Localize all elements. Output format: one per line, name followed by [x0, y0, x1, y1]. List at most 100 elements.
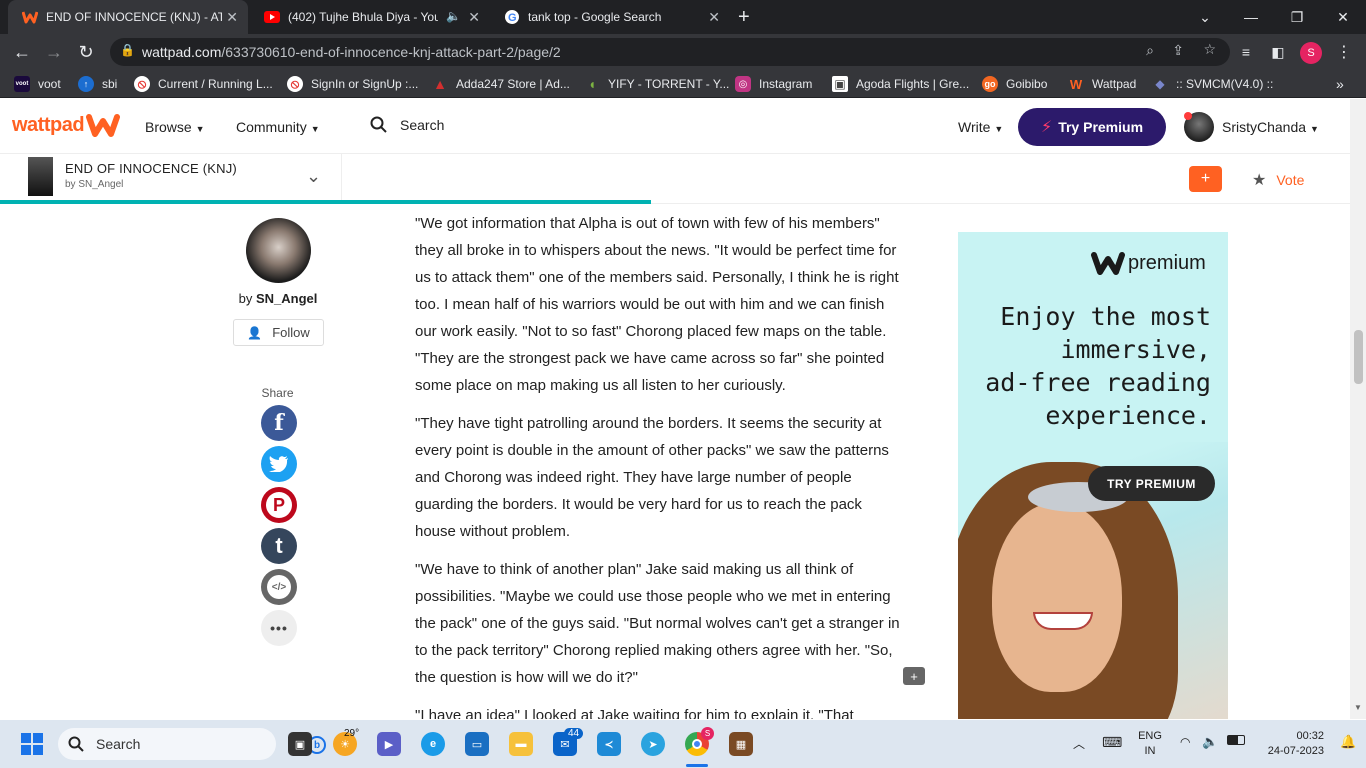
page-scrollbar[interactable]: ▼	[1350, 99, 1366, 719]
twitter-icon	[269, 456, 288, 472]
bookmarks-bar: voot voot ↑ sbi ⦸ Current / Running L... ⦸ S…	[0, 70, 1366, 98]
teams-chat-icon[interactable]: ▶	[377, 732, 401, 756]
story-toolbar: END OF INNOCENCE (KNJ) by SN_Angel ⌄ + ★…	[0, 154, 1350, 204]
audio-playing-icon[interactable]: 🔈	[446, 9, 461, 23]
story-paragraph: "I have an idea" I looked at Jake waitin…	[415, 707, 854, 719]
bookmark-wattpad[interactable]: W Wattpad	[1068, 75, 1136, 93]
story-title[interactable]: END OF INNOCENCE (KNJ)	[65, 161, 237, 176]
vscode-icon[interactable]: ≺	[597, 732, 621, 756]
tab-search-chevron-icon[interactable]: ⌄	[1182, 0, 1228, 34]
author-avatar[interactable]	[246, 218, 311, 283]
volume-icon[interactable]: 🔈	[1202, 734, 1218, 750]
tab-google-search[interactable]: G tank top - Google Search ✕	[490, 0, 730, 34]
bookmark-yify[interactable]: ◖ YIFY - TORRENT - Y...	[584, 75, 730, 93]
keyboard-icon[interactable]: ⌨	[1102, 734, 1122, 751]
lock-icon: 🔒	[120, 43, 135, 57]
pinterest-share-button[interactable]: P	[261, 487, 297, 523]
language-indicator[interactable]: ENG IN	[1134, 729, 1166, 759]
restore-icon[interactable]: ❐	[1274, 0, 1320, 34]
tab-end-of-innocence[interactable]: END OF INNOCENCE (KNJ) - ATTA ✕	[8, 0, 248, 34]
bookmark-agoda[interactable]: ▣ Agoda Flights | Gre...	[832, 75, 969, 93]
side-panel-icon[interactable]: ◧	[1266, 40, 1290, 64]
embed-share-button[interactable]: </>	[261, 569, 297, 605]
bookmark-signin[interactable]: ⦸ SignIn or SignUp :...	[287, 75, 418, 93]
chrome-profile-badge: S	[701, 727, 714, 740]
chevron-down-icon: ▼	[195, 124, 205, 134]
tab-youtube[interactable]: (402) Tujhe Bhula Diya - YouT 🔈 ✕	[250, 0, 490, 34]
share-icon[interactable]: ⇪	[1172, 42, 1184, 59]
minimize-icon[interactable]: —	[1228, 0, 1274, 34]
inline-comment-icon[interactable]: +	[903, 667, 925, 685]
new-tab-plus-icon[interactable]: +	[738, 6, 750, 29]
taskbar-search-box[interactable]: Search b	[58, 728, 326, 760]
telegram-icon[interactable]: ➤	[641, 732, 665, 756]
follow-button[interactable]: 👤 Follow	[233, 319, 324, 346]
tab-title: END OF INNOCENCE (KNJ) - ATTA	[46, 10, 222, 24]
bookmark-adda247[interactable]: ▲ Adda247 Store | Ad...	[432, 75, 570, 93]
try-premium-button[interactable]: ⚡ Try Premium	[1018, 108, 1166, 146]
facebook-share-button[interactable]: f	[261, 405, 297, 441]
close-tab-icon[interactable]: ✕	[708, 9, 720, 26]
mail-badge: 44	[564, 728, 584, 739]
wattpad-page: wattpad Browse ▼ Community ▼ Search Writ…	[0, 99, 1350, 719]
bookmark-instagram[interactable]: ◎ Instagram	[735, 75, 812, 93]
story-cover[interactable]	[28, 157, 53, 196]
zoom-search-icon[interactable]: ⌕	[1146, 42, 1154, 59]
address-bar[interactable]: 🔒 wattpad.com/633730610-end-of-innocence…	[110, 38, 1230, 66]
browse-menu[interactable]: Browse ▼	[145, 119, 205, 135]
tumblr-share-button[interactable]: t	[261, 528, 297, 564]
search-box[interactable]: Search	[370, 116, 444, 134]
weather-temp: 29°	[344, 728, 360, 739]
notification-bell-icon[interactable]: 🔔	[1340, 734, 1356, 750]
community-menu[interactable]: Community ▼	[236, 119, 320, 135]
search-icon	[68, 736, 84, 752]
chrome-menu-icon[interactable]: ⋮	[1332, 40, 1356, 64]
more-share-button[interactable]: •••	[261, 610, 297, 646]
windows-start-icon[interactable]	[21, 733, 43, 755]
wattpad-icon: W	[1069, 76, 1083, 92]
twitter-share-button[interactable]	[261, 446, 297, 482]
scroll-down-arrow-icon[interactable]: ▼	[1354, 703, 1362, 712]
back-arrow-icon[interactable]: ←	[10, 40, 34, 64]
bookmark-star-icon[interactable]: ☆	[1203, 41, 1216, 58]
edge-icon[interactable]: e	[421, 732, 445, 756]
bookmark-goibibo[interactable]: go Goibibo	[982, 75, 1047, 93]
close-window-icon[interactable]: ✕	[1320, 0, 1366, 34]
task-view-icon[interactable]: ▣	[288, 732, 312, 756]
user-menu[interactable]: SristyChanda ▼	[1222, 119, 1319, 135]
premium-ad[interactable]: premium Enjoy the most immersive, ad-fre…	[958, 232, 1228, 719]
story-author-line[interactable]: by SN_Angel	[65, 179, 123, 190]
media-control-icon[interactable]: ≡	[1234, 40, 1258, 64]
profile-avatar[interactable]: S	[1300, 42, 1322, 64]
bookmark-voot[interactable]: voot voot	[14, 75, 61, 93]
vote-button[interactable]: ★ Vote	[1252, 170, 1304, 190]
wattpad-logo[interactable]: wattpad	[12, 113, 121, 137]
author-name[interactable]: SN_Angel	[256, 291, 317, 306]
close-tab-icon[interactable]: ✕	[468, 9, 480, 26]
chevron-down-icon[interactable]: ⌄	[306, 166, 321, 187]
url-path: /633730610-end-of-innocence-knj-attack-p…	[221, 44, 561, 60]
more-bookmarks-icon[interactable]: »	[1336, 75, 1344, 93]
search-icon	[370, 116, 387, 133]
forward-arrow-icon[interactable]: →	[42, 40, 66, 64]
bookmark-svmcm[interactable]: ◆:: SVMCM(V4.0) ::	[1152, 75, 1273, 93]
add-to-list-button[interactable]: +	[1189, 166, 1222, 192]
media-app-icon[interactable]: ▦	[729, 732, 753, 756]
graduation-cap-icon: ◆	[1155, 77, 1165, 91]
chevron-up-icon[interactable]: ︿	[1073, 735, 1085, 752]
tab-title: tank top - Google Search	[528, 10, 662, 24]
write-menu[interactable]: Write ▼	[958, 119, 1003, 135]
monitor-icon[interactable]: ▭	[465, 732, 489, 756]
bookmark-current-running[interactable]: ⦸ Current / Running L...	[134, 75, 273, 93]
bookmark-sbi[interactable]: ↑ sbi	[78, 75, 117, 93]
close-tab-icon[interactable]: ✕	[226, 9, 238, 26]
try-premium-ad-button[interactable]: TRY PREMIUM	[1088, 466, 1215, 501]
reload-icon[interactable]: ↻	[74, 40, 98, 64]
scrollbar-thumb[interactable]	[1354, 330, 1363, 384]
battery-icon[interactable]	[1227, 735, 1245, 745]
file-explorer-icon[interactable]: ▬	[509, 732, 533, 756]
youtube-favicon-icon	[264, 9, 280, 25]
wifi-icon[interactable]: ◠	[1180, 735, 1190, 749]
clock[interactable]: 00:32 24-07-2023	[1256, 729, 1324, 759]
windows-taskbar: Search b ▣ ☀ 29° ▶ e ▭ ▬ ✉ 44 ≺ ➤ S ▦ ︿ …	[0, 720, 1366, 768]
